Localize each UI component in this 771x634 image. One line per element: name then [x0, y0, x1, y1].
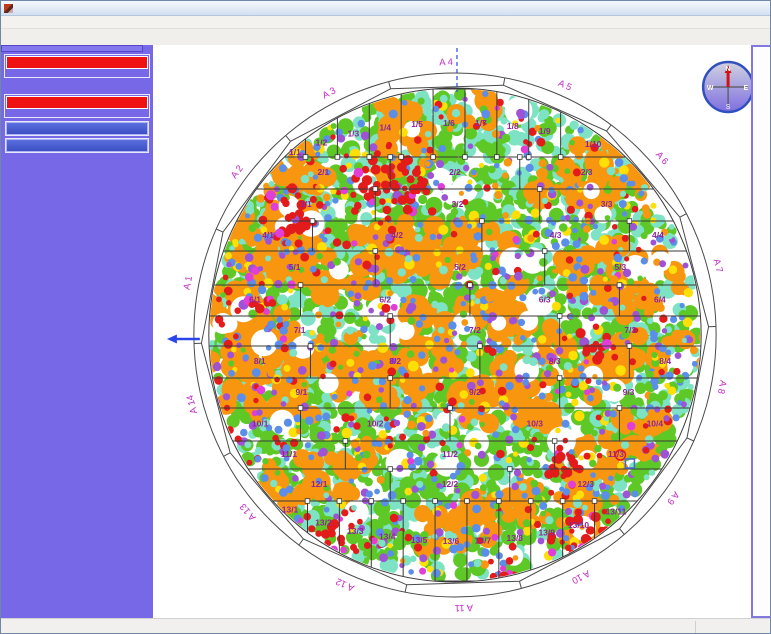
svg-text:4/2: 4/2	[391, 230, 403, 240]
svg-text:S: S	[726, 104, 731, 111]
svg-text:E: E	[744, 85, 749, 92]
svg-text:A 9: A 9	[664, 489, 681, 507]
svg-text:4/4: 4/4	[652, 230, 664, 240]
svg-text:8/1: 8/1	[254, 356, 266, 366]
main-content: 1/1 1/2 1/3 1/4 1/5 1/6 1/7 1/8 1/9 1/10 2/1 2/2 2/3…	[1, 45, 770, 618]
svg-text:10/1: 10/1	[252, 418, 269, 428]
svg-text:A 3: A 3	[321, 85, 338, 101]
tank-view-canvas[interactable]: 1/1 1/2 1/3 1/4 1/5 1/6 1/7 1/8 1/9 1/10 2/1 2/2 2/3…	[153, 45, 751, 618]
svg-text:1/3: 1/3	[347, 128, 359, 138]
svg-text:A 5: A 5	[556, 78, 573, 94]
title-bar[interactable]	[1, 1, 770, 16]
svg-text:13/1: 13/1	[282, 505, 299, 515]
svg-text:2/3: 2/3	[581, 167, 593, 177]
svg-text:9/1: 9/1	[296, 387, 308, 397]
tank-drawing[interactable]: 1/1 1/2 1/3 1/4 1/5 1/6 1/7 1/8 1/9 1/10 2/1 2/2 2/3…	[153, 45, 751, 618]
svg-text:3/3: 3/3	[601, 199, 613, 209]
svg-text:13/8: 13/8	[507, 533, 524, 543]
svg-text:A 8: A 8	[715, 379, 728, 395]
datum-arrow	[167, 335, 200, 344]
svg-text:12/3: 12/3	[578, 479, 595, 489]
svg-text:13/9: 13/9	[538, 528, 555, 538]
svg-text:6/4: 6/4	[654, 294, 666, 304]
svg-text:A 7: A 7	[711, 258, 725, 274]
svg-text:13/10: 13/10	[568, 520, 589, 530]
app-icon	[4, 4, 13, 13]
svg-text:A 1: A 1	[182, 275, 195, 291]
svg-text:11/1: 11/1	[281, 449, 297, 459]
svg-text:A 11: A 11	[455, 602, 474, 614]
svg-text:7/3: 7/3	[624, 325, 636, 335]
svg-text:7/1: 7/1	[294, 325, 306, 335]
app-window: 1/1 1/2 1/3 1/4 1/5 1/6 1/7 1/8 1/9 1/10 2/1 2/2 2/3…	[0, 0, 771, 634]
svg-text:A 4: A 4	[439, 57, 453, 68]
svg-text:13/5: 13/5	[411, 535, 428, 545]
svg-text:10/3: 10/3	[526, 418, 543, 428]
view-controls-header	[6, 96, 148, 109]
svg-text:3/2: 3/2	[452, 199, 464, 209]
svg-text:9/3: 9/3	[623, 387, 635, 397]
svg-text:10/4: 10/4	[647, 418, 664, 428]
svg-text:8/4: 8/4	[659, 356, 671, 366]
svg-text:1/5: 1/5	[411, 119, 423, 129]
sidebar	[1, 45, 153, 618]
svg-text:8/2: 8/2	[389, 356, 401, 366]
tab-strip	[1, 29, 770, 45]
annular-modifier-button[interactable]	[6, 139, 148, 152]
svg-text:6/3: 6/3	[539, 294, 551, 304]
svg-text:A 10: A 10	[570, 567, 592, 586]
svg-text:10/2: 10/2	[367, 418, 384, 428]
svg-text:5/3: 5/3	[614, 262, 626, 272]
svg-text:12/1: 12/1	[311, 479, 328, 489]
svg-text:8/3: 8/3	[549, 356, 561, 366]
svg-text:1/7: 1/7	[475, 118, 487, 128]
svg-text:A 12: A 12	[334, 575, 356, 593]
svg-text:A 14: A 14	[185, 394, 200, 415]
svg-text:1/2: 1/2	[316, 137, 328, 147]
svg-text:A 2: A 2	[229, 163, 246, 181]
svg-text:N: N	[726, 66, 731, 73]
svg-text:6/1: 6/1	[249, 294, 261, 304]
svg-text:13/4: 13/4	[379, 532, 396, 542]
svg-text:4/3: 4/3	[550, 230, 562, 240]
svg-text:3/1: 3/1	[300, 199, 312, 209]
svg-text:2/1: 2/1	[317, 167, 329, 177]
compass: N E S W	[703, 62, 751, 112]
svg-text:13/6: 13/6	[443, 536, 460, 546]
tank-info-panel	[1, 45, 143, 52]
svg-text:6/2: 6/2	[379, 294, 391, 304]
menu-bar	[1, 16, 770, 29]
svg-text:1/9: 1/9	[539, 126, 551, 136]
status-bar	[1, 618, 770, 634]
svg-text:1/4: 1/4	[379, 123, 391, 133]
svg-text:1/6: 1/6	[443, 118, 455, 128]
svg-text:A 6: A 6	[653, 150, 670, 168]
svg-text:1/8: 1/8	[507, 121, 519, 131]
svg-text:13/11: 13/11	[606, 506, 627, 516]
svg-text:12/2: 12/2	[442, 479, 459, 489]
svg-text:11/2: 11/2	[442, 449, 458, 459]
svg-text:7/2: 7/2	[469, 325, 481, 335]
svg-text:1/1: 1/1	[289, 147, 301, 157]
view-controls-group	[4, 94, 150, 118]
svg-text:5/2: 5/2	[454, 262, 466, 272]
status-separator	[695, 621, 696, 633]
svg-text:2/2: 2/2	[449, 167, 461, 177]
legend-panel[interactable]	[751, 45, 770, 618]
drawing-attributes-header	[6, 56, 148, 69]
threshold-controls-button[interactable]	[6, 122, 148, 135]
svg-text:4/1: 4/1	[262, 230, 274, 240]
drawing-attributes-group	[4, 54, 150, 78]
svg-text:13/3: 13/3	[347, 526, 364, 536]
svg-text:13/7: 13/7	[475, 536, 492, 546]
svg-text:1/10: 1/10	[585, 139, 602, 149]
svg-text:9/2: 9/2	[469, 387, 481, 397]
svg-text:5/1: 5/1	[289, 262, 301, 272]
svg-text:13/2: 13/2	[315, 517, 332, 527]
svg-text:W: W	[707, 85, 714, 92]
